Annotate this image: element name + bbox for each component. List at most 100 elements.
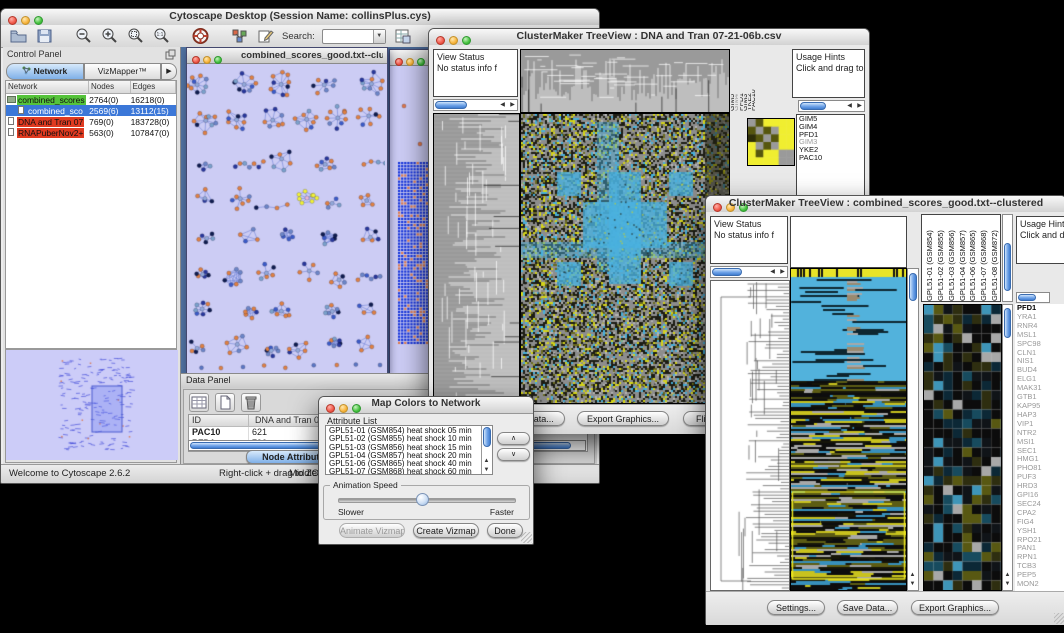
heatmap-global-view[interactable] [520,113,730,404]
scroll-right-arrow[interactable]: ▶ [855,102,864,111]
gene-dendrogram[interactable] [433,113,520,404]
gene-dendrogram[interactable] [710,280,790,591]
save-icon[interactable] [35,27,54,45]
hints-hscrollbar[interactable]: ◀ ▶ [798,100,865,112]
network-row[interactable]: RNAPuberNov2+563(0)107847(0) [6,127,176,138]
array-label: PAC10 [752,49,756,111]
scroll-up-arrow[interactable]: ▲ [1003,571,1012,580]
scroll-thumb[interactable] [483,427,491,447]
frame1-titlebar[interactable]: combined_scores_good.txt--cluste... [187,48,387,64]
usage-hints-text: Click and drag to [796,63,861,74]
zoom-button[interactable] [214,56,222,64]
gene-label[interactable]: MON2 [1015,580,1064,589]
col-nodes[interactable]: Nodes [89,81,131,93]
export-graphics-button[interactable]: Export Graphics... [911,600,999,615]
view-status-hscrollbar[interactable]: ◀ ▶ [433,99,518,111]
network-row[interactable]: combined_scores2764(0)16218(0) [6,94,176,105]
heatmap-zoom-view[interactable] [923,304,1002,591]
scroll-thumb[interactable] [800,102,826,110]
global-vscrollbar[interactable]: ▲ ▼ [907,268,919,591]
scroll-thumb[interactable] [435,101,467,109]
dialog-title: Map Colors to Network [319,398,533,409]
annotation-icon[interactable] [230,27,249,45]
network-row[interactable]: DNA and Tran 07769(0)183728(0) [6,116,176,127]
tab-vizmapper[interactable]: VizMapper™ [84,63,162,80]
scroll-thumb[interactable] [1004,308,1011,338]
scroll-thumb[interactable] [1018,294,1036,301]
scroll-left-arrow[interactable]: ◀ [498,101,507,110]
window-title: ClusterMaker TreeView : DNA and Tran 07-… [429,30,869,42]
col-network[interactable]: Network [6,81,89,93]
tab-network[interactable]: Network [6,63,84,80]
zoom-in-icon[interactable] [100,27,119,45]
animation-speed-label: Animation Speed [330,480,401,490]
attribute-listbox[interactable]: GPL51-01 (GSM854) heat shock 05 minGPL51… [325,425,493,475]
scroll-thumb[interactable] [1004,243,1011,291]
scroll-thumb[interactable] [909,273,917,301]
col-id[interactable]: ID [189,415,249,426]
animate-vizmap-button[interactable]: Animate Vizmap [339,523,405,538]
float-panel-icon[interactable] [165,49,176,60]
labels-vscrollbar[interactable] [1002,214,1013,302]
minimize-button[interactable] [203,56,211,64]
import-table-icon[interactable] [393,27,412,45]
scroll-left-arrow[interactable]: ◀ [845,102,854,111]
move-up-button[interactable]: ∧ [497,432,530,445]
cytoscape-titlebar[interactable]: Cytoscape Desktop (Session Name: collins… [1,9,599,26]
treeview1-titlebar[interactable]: ClusterMaker TreeView : DNA and Tran 07-… [429,29,869,46]
hints-hscrollbar[interactable] [1016,292,1050,303]
close-button[interactable] [192,56,200,64]
scroll-up-arrow[interactable]: ▲ [482,457,491,465]
scroll-down-arrow[interactable]: ▼ [482,466,491,474]
scroll-right-arrow[interactable]: ▶ [508,101,517,110]
col-edges[interactable]: Edges [131,81,176,93]
birdseye-view[interactable] [5,349,177,463]
attribute-item[interactable]: GPL51-07 (GSM868) heat shock 60 min [327,468,481,475]
search-input[interactable]: ▼ [322,29,386,44]
open-folder-icon[interactable] [9,27,28,45]
view-status-hscrollbar[interactable]: ◀ ▶ [710,266,788,278]
network-canvas-1[interactable] [187,64,385,373]
speed-slider-thumb[interactable] [416,493,429,506]
done-button[interactable]: Done [487,523,523,538]
move-down-button[interactable]: ∨ [497,448,530,461]
column-dendrogram[interactable] [520,49,730,113]
network-row[interactable]: combined_sco2569(6)13112(15) [6,105,176,116]
treeview2-titlebar[interactable]: ClusterMaker TreeView : combined_scores_… [706,196,1064,213]
edit-icon[interactable] [256,27,275,45]
gene-label[interactable]: PAC10 [797,154,864,162]
heatmap-global-view[interactable] [790,268,907,591]
delete-attribute-icon[interactable] [241,393,261,412]
array-label: GPL51-07 (GSM868) [978,216,989,301]
select-attributes-icon[interactable] [189,393,209,412]
search-dropdown-arrow[interactable]: ▼ [373,30,385,43]
scroll-left-arrow[interactable]: ◀ [768,268,777,277]
heatmap-zoom-view[interactable] [747,118,795,166]
tab-overflow-arrow[interactable]: ▶ [161,63,177,80]
help-ring-icon[interactable] [191,27,210,45]
settings-button[interactable]: Settings... [767,600,825,615]
scroll-down-arrow[interactable]: ▼ [1003,580,1012,589]
scroll-up-arrow[interactable]: ▲ [908,571,917,580]
export-graphics-button[interactable]: Export Graphics... [577,411,669,426]
new-attribute-icon[interactable] [215,393,235,412]
scroll-right-arrow[interactable]: ▶ [778,268,787,277]
view-status-text: No status info f [437,63,514,74]
resize-grip[interactable] [1054,613,1064,624]
zoom-out-icon[interactable] [74,27,93,45]
scroll-thumb[interactable] [712,268,742,276]
list-vscrollbar[interactable]: ▲ ▼ [481,426,492,474]
save-data-button[interactable]: Save Data... [837,600,898,615]
minimize-button[interactable] [406,58,414,66]
gene-name-list[interactable]: PFD1YRA1RNR4MSL1SPC98CLN1NIS1BUD4ELG1MAK… [1015,304,1064,591]
resize-grip[interactable] [521,532,532,543]
create-vizmap-button[interactable]: Create Vizmap [413,523,479,538]
close-button[interactable] [395,58,403,66]
network-view-frame-1[interactable]: combined_scores_good.txt--cluste... [186,47,388,375]
genes-vscrollbar[interactable]: ▲ ▼ [1002,304,1013,591]
zoom-selected-icon[interactable] [126,27,145,45]
dialog-titlebar[interactable]: Map Colors to Network [319,397,533,414]
zoom-button[interactable] [417,58,425,66]
zoom-actual-icon[interactable]: 1:1 [152,27,171,45]
scroll-down-arrow[interactable]: ▼ [908,580,917,589]
